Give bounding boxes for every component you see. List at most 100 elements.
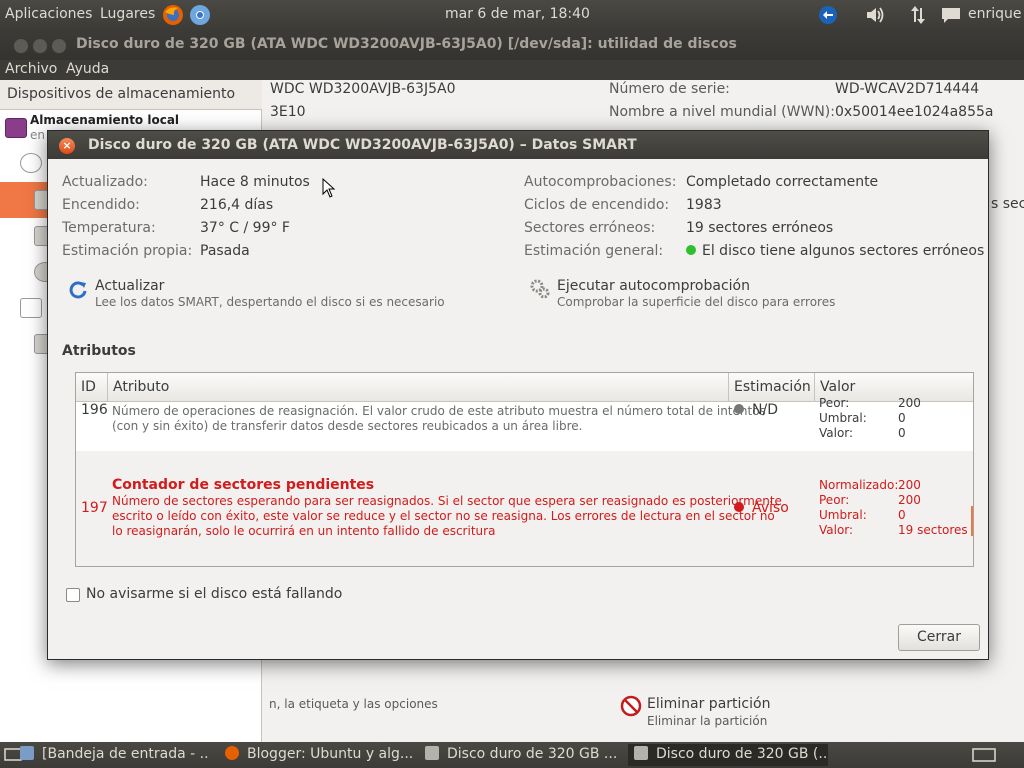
kv-value: 200 [898,396,921,410]
smart-data-dialog: × Disco duro de 320 GB (ATA WDC WD3200AV… [47,130,989,660]
poweron-value: 216,4 días [200,197,274,213]
task-label: Disco duro de 320 GB (... [656,746,828,762]
kv-value: 19 sectores [898,523,968,537]
overall-assessment-value: El disco tiene algunos sectores erróneos [702,243,985,259]
messaging-icon[interactable] [940,4,962,26]
delete-partition-icon[interactable] [620,695,642,717]
main-minimize-button[interactable] [32,38,48,54]
usb-icon[interactable] [20,298,42,318]
col-value[interactable]: Valor [820,379,855,395]
places-menu[interactable]: Lugares [100,6,155,22]
col-id[interactable]: ID [81,379,96,395]
task-label: Blogger: Ubuntu y alg... [247,746,414,762]
task-mail[interactable]: [Bandeja de entrada - ... [20,744,210,766]
updated-value: Hace 8 minutos [200,174,310,190]
row-assessment: Aviso [734,500,789,516]
dont-warn-checkbox[interactable] [66,588,80,602]
row-assessment-text: Aviso [752,500,789,516]
kv-key: Umbral: [819,411,867,425]
serial-value: WD-WCAV2D714444 [835,81,980,97]
updated-label: Actualizado: [62,174,148,190]
run-selftest-action[interactable]: Ejecutar autocomprobación [557,278,750,294]
row-assessment-text: N/D [752,402,778,418]
volume-icon[interactable] [864,4,886,26]
kv-key: Normalizado: [819,478,899,492]
row-description-3: lo reasignarán, solo le ocurrirá en un i… [112,524,496,538]
refresh-icon[interactable] [68,279,88,299]
chromium-icon[interactable] [189,4,211,26]
kv-key: Peor: [819,396,850,410]
mouse-cursor-icon [322,177,336,198]
task-firefox[interactable]: Blogger: Ubuntu y alg... [225,744,415,766]
gears-icon[interactable] [529,278,551,300]
col-separator [814,373,815,402]
row-description-1: Número de sectores esperando para ser re… [112,494,782,508]
task-smart-dialog[interactable]: Disco duro de 320 GB (... [628,744,828,766]
delete-partition-sub: Eliminar la partición [647,714,768,728]
delete-partition-title[interactable]: Eliminar partición [647,696,770,712]
col-assessment[interactable]: Estimación [734,379,811,395]
kv-key: Umbral: [819,508,867,522]
dialog-titlebar[interactable]: × Disco duro de 320 GB (ATA WDC WD3200AV… [48,131,988,159]
dont-warn-label[interactable]: No avisarme si el disco está fallando [86,586,342,602]
disk-utility-icon [634,746,648,760]
task-disk-utility[interactable]: Disco duro de 320 GB ... [425,744,620,766]
serial-label: Número de serie: [609,81,730,97]
kv-value: 0 [898,508,906,522]
sidebar-section-sub: en [30,128,45,142]
temperature-label: Temperatura: [62,220,156,236]
firefox-icon [225,746,239,760]
dialog-close-icon[interactable]: × [59,138,75,154]
row-id: 196 [81,402,108,418]
task-label: [Bandeja de entrada - ... [42,746,210,762]
bottom-taskbar: [Bandeja de entrada - ... Blogger: Ubunt… [0,742,1024,768]
selftests-label: Autocomprobaciones: [524,174,677,190]
col-separator [107,373,108,402]
network-icon[interactable] [907,4,929,26]
menu-help[interactable]: Ayuda [66,61,109,77]
dialog-title: Disco duro de 320 GB (ATA WDC WD3200AVJB… [88,137,637,153]
kv-value: 200 [898,478,921,492]
sidebar-section-title: Almacenamiento local [30,113,180,127]
scrollbar-indicator[interactable] [971,506,973,536]
attributes-table[interactable]: ID Atributo Estimación Valor 196 Número … [75,372,974,567]
poweron-label: Encendido: [62,197,140,213]
partition-options-text: n, la etiqueta y las opciones [269,697,438,711]
col-separator [728,373,729,402]
table-row[interactable]: 196 Número de operaciones de reasignació… [76,396,973,451]
sidebar-header: Dispositivos de almacenamiento [0,80,262,110]
model-value: WDC WD3200AVJB-63J5A0 [270,81,456,97]
row-description-2: (con y sin éxito) de transferir datos de… [112,419,583,433]
bad-sectors-value: 19 sectores erróneos [686,220,834,236]
status-na-dot [734,404,744,414]
power-cycles-value: 1983 [686,197,722,213]
menu-file[interactable]: Archivo [5,61,57,77]
refresh-action[interactable]: Actualizar [95,278,164,294]
bad-sectors-label: Sectores erróneos: [524,220,656,236]
wwn-value: 0x50014ee1024a855a [835,104,994,120]
self-assessment-value: Pasada [200,243,250,259]
row-description-2: escrito o leído con éxito, este valor se… [112,509,775,523]
selftests-value: Completado correctamente [686,174,879,190]
overall-assessment-label: Estimación general: [524,243,664,259]
refresh-action-sub: Lee los datos SMART, despertando el disc… [95,295,445,309]
close-button[interactable]: Cerrar [898,624,980,651]
col-attribute[interactable]: Atributo [113,379,169,395]
user-menu[interactable]: enrique [968,6,1022,22]
main-menubar: Archivo Ayuda [0,60,1024,80]
status-warning-dot [734,502,744,512]
main-window-titlebar[interactable]: Disco duro de 320 GB (ATA WDC WD3200AVJB… [0,30,1024,60]
applications-menu[interactable]: Aplicaciones [5,6,92,22]
kv-value: 0 [898,411,906,425]
task-label: Disco duro de 320 GB ... [447,746,618,762]
eject-icon[interactable] [20,153,42,173]
workspace-switcher-icon[interactable] [972,744,996,766]
table-row-warning[interactable]: 197 Contador de sectores pendientes Núme… [76,451,973,566]
main-close-button[interactable] [13,38,29,54]
bad-sectors-cut: s sec [991,196,1024,212]
updates-icon[interactable] [817,4,839,26]
main-maximize-button[interactable] [51,38,67,54]
clock[interactable]: mar 6 de mar, 18:40 [445,6,590,22]
firefox-icon[interactable] [162,4,184,26]
top-panel: Aplicaciones Lugares mar 6 de mar, 18:40… [0,0,1024,30]
